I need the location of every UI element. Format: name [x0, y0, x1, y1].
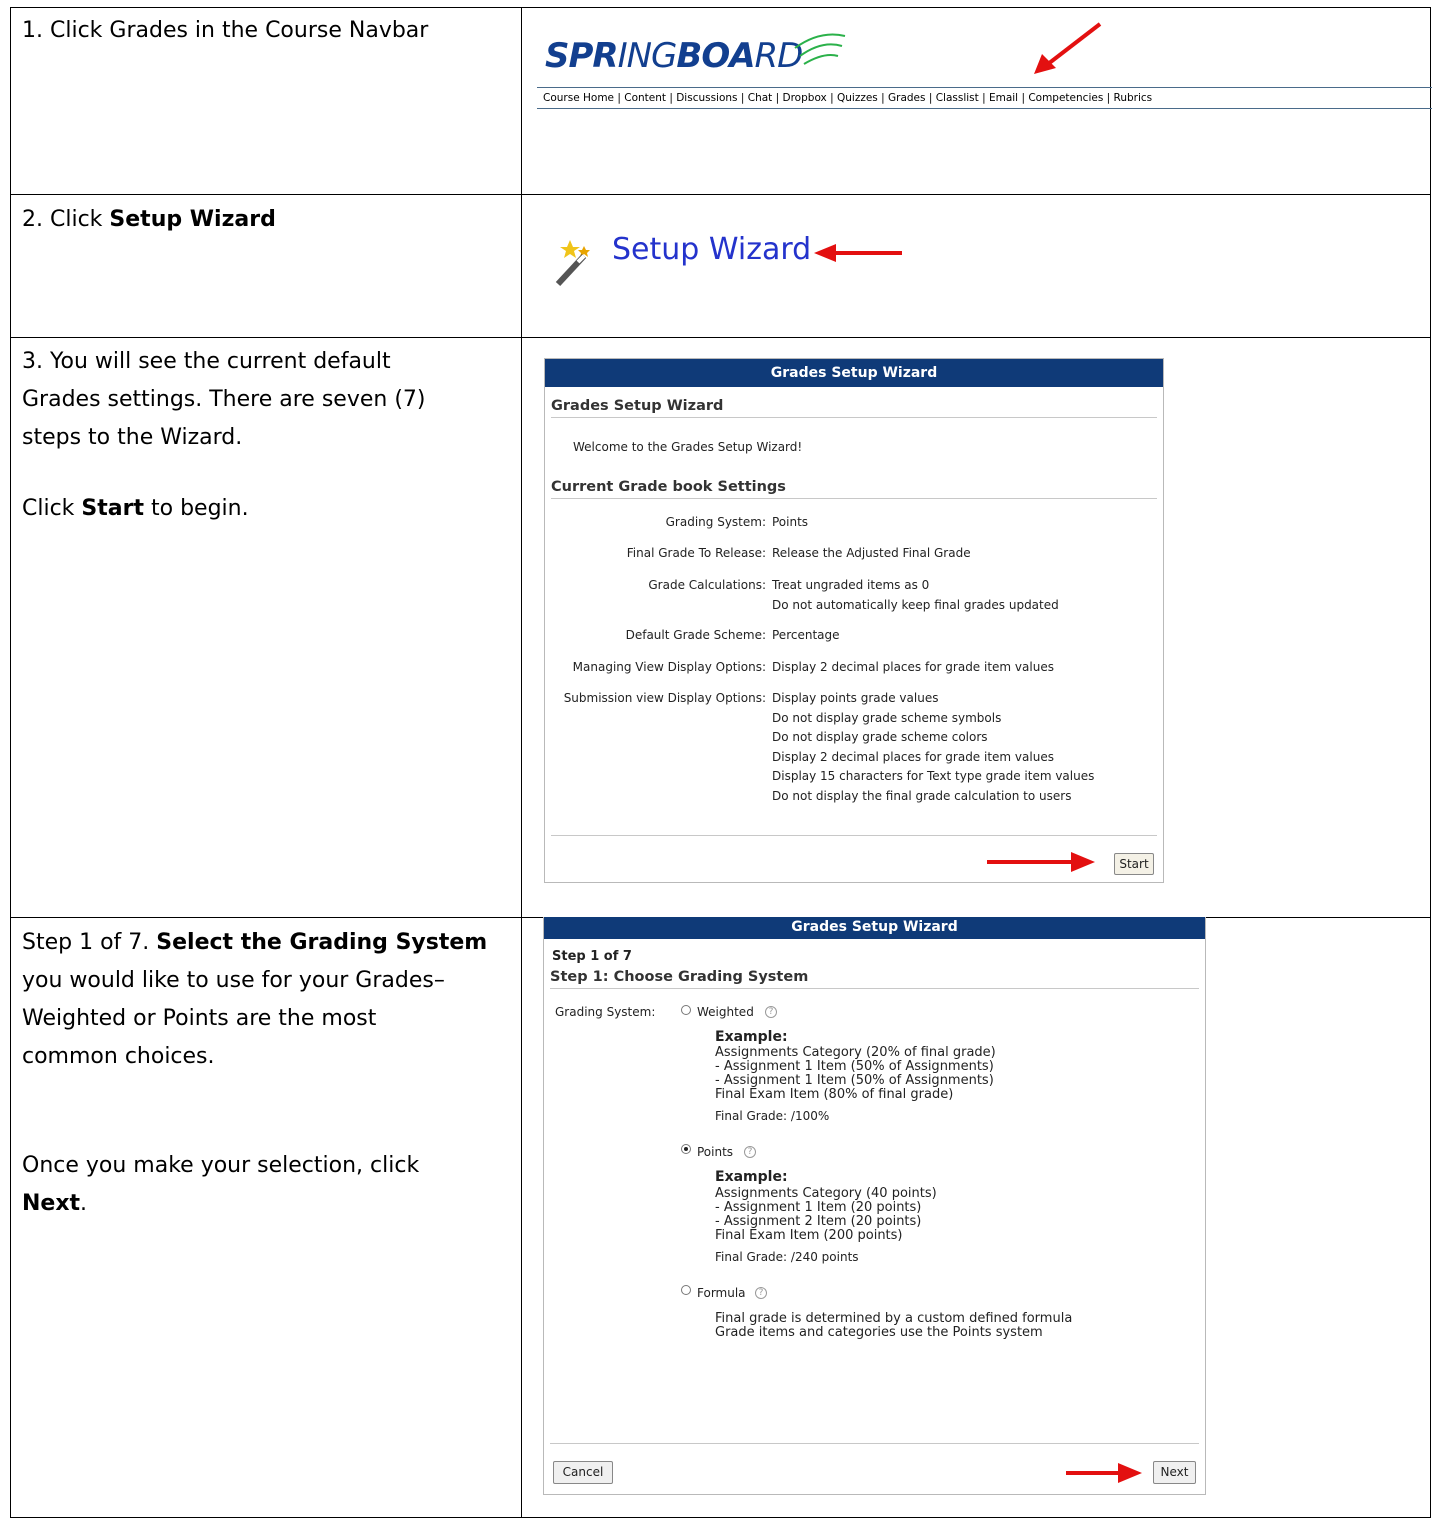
nav-item-grades[interactable]: Grades [888, 92, 925, 104]
formula-radio[interactable] [681, 1285, 691, 1295]
step-3-text: 3. You will see the current default Grad… [22, 349, 426, 521]
nav-item-course-home[interactable]: Course Home [543, 92, 614, 104]
setting-value: Release the Adjusted Final Grade [772, 546, 971, 560]
wizard-heading: Grades Setup Wizard [551, 396, 1157, 418]
swirl-icon [794, 33, 846, 65]
wizard-title: Grades Setup Wizard [545, 359, 1163, 387]
divider [550, 1443, 1199, 1444]
nav-item-rubrics[interactable]: Rubrics [1114, 92, 1153, 104]
nav-separator: | [772, 92, 783, 104]
formula-description: Final grade is determined by a custom de… [715, 1311, 1073, 1340]
weighted-radio[interactable] [681, 1005, 691, 1015]
wizard-title: Grades Setup Wizard [544, 917, 1205, 939]
row-divider [10, 337, 1431, 338]
weighted-example: Assignments Category (20% of final grade… [715, 1045, 996, 1102]
nav-separator: | [614, 92, 625, 104]
step-1-label: 1. Click Grades in the Course Navbar [22, 18, 429, 43]
setting-label: Grade Calculations: [648, 578, 766, 592]
nav-item-quizzes[interactable]: Quizzes [837, 92, 878, 104]
nav-separator: | [978, 92, 989, 104]
formula-label: Formula [697, 1286, 746, 1300]
grading-system-label: Grading System: [555, 1005, 656, 1019]
wizard-step1-panel: Grades Setup Wizard Step 1 of 7 Step 1: … [543, 917, 1206, 1495]
nav-separator: | [666, 92, 677, 104]
weighted-label: Weighted [697, 1005, 754, 1019]
setting-value: Do not display grade scheme symbols [772, 710, 1002, 725]
row-divider [10, 194, 1431, 195]
column-divider [521, 7, 522, 1518]
nav-separator: | [1018, 92, 1029, 104]
red-arrow-icon [1034, 22, 1102, 74]
setup-wizard-link[interactable]: Setup Wizard [612, 232, 811, 267]
nav-separator: | [925, 92, 936, 104]
points-radio[interactable] [681, 1144, 691, 1154]
setting-value: Display points grade values [772, 691, 939, 705]
setting-value: Display 2 decimal places for grade item … [772, 660, 1054, 674]
nav-item-content[interactable]: Content [624, 92, 666, 104]
nav-item-chat[interactable]: Chat [748, 92, 773, 104]
setting-label: Managing View Display Options: [572, 660, 766, 674]
example-heading: Example: [715, 1029, 788, 1045]
setting-label: Final Grade To Release: [626, 546, 766, 560]
setting-value: Points [772, 515, 809, 529]
red-arrow-icon [1066, 1463, 1142, 1483]
setting-label: Default Grade Scheme: [625, 628, 766, 642]
nav-separator: | [1103, 92, 1114, 104]
points-final: Final Grade: /240 points [715, 1250, 859, 1264]
next-button[interactable]: Next [1153, 1461, 1196, 1484]
step-2-text: 2. Click Setup Wizard [22, 207, 276, 232]
wizard-welcome-panel: Grades Setup Wizard Grades Setup Wizard … [544, 358, 1164, 883]
nav-separator: | [826, 92, 837, 104]
help-icon[interactable]: ? [755, 1287, 767, 1299]
springboard-logo: SPRINGBOARD [545, 36, 803, 76]
nav-item-competencies[interactable]: Competencies [1028, 92, 1103, 104]
nav-item-email[interactable]: Email [989, 92, 1018, 104]
red-arrow-icon [814, 244, 902, 262]
start-button[interactable]: Start [1114, 853, 1154, 875]
step-1-text: 1. Click Grades in the Course Navbar [22, 12, 502, 50]
setting-value: Treat ungraded items as 0 [772, 578, 930, 592]
weighted-final: Final Grade: /100% [715, 1109, 830, 1123]
setting-value: Display 2 decimal places for grade item … [772, 749, 1054, 764]
setting-value: Do not display the final grade calculati… [772, 788, 1072, 803]
current-settings-heading: Current Grade book Settings [551, 477, 1157, 499]
step-heading: Step 1: Choose Grading System [550, 967, 1199, 989]
setting-value: Do not automatically keep final grades u… [772, 597, 1059, 612]
nav-item-dropbox[interactable]: Dropbox [783, 92, 827, 104]
nav-separator: | [737, 92, 748, 104]
magic-wand-icon [555, 240, 590, 287]
setting-label: Submission view Display Options: [563, 691, 766, 705]
red-arrow-icon [987, 852, 1095, 872]
course-navbar: Course Home | Content | Discussions | Ch… [537, 87, 1432, 109]
step-4-text: Step 1 of 7. Select the Grading System y… [22, 930, 488, 1216]
nav-separator: | [877, 92, 888, 104]
setting-value: Percentage [772, 628, 840, 642]
points-example: Assignments Category (40 points) - Assig… [715, 1186, 937, 1243]
divider [551, 835, 1157, 836]
nav-item-discussions[interactable]: Discussions [676, 92, 737, 104]
help-icon[interactable]: ? [765, 1006, 777, 1018]
welcome-text: Welcome to the Grades Setup Wizard! [573, 440, 803, 454]
cancel-button[interactable]: Cancel [553, 1461, 613, 1484]
setting-label: Grading System: [665, 515, 766, 529]
example-heading: Example: [715, 1169, 788, 1185]
setting-value: Do not display grade scheme colors [772, 730, 988, 744]
nav-item-classlist[interactable]: Classlist [936, 92, 979, 104]
points-label: Points [697, 1145, 734, 1159]
setting-value: Display 15 characters for Text type grad… [772, 769, 1095, 783]
help-icon[interactable]: ? [744, 1146, 756, 1158]
step-counter: Step 1 of 7 [552, 949, 632, 964]
